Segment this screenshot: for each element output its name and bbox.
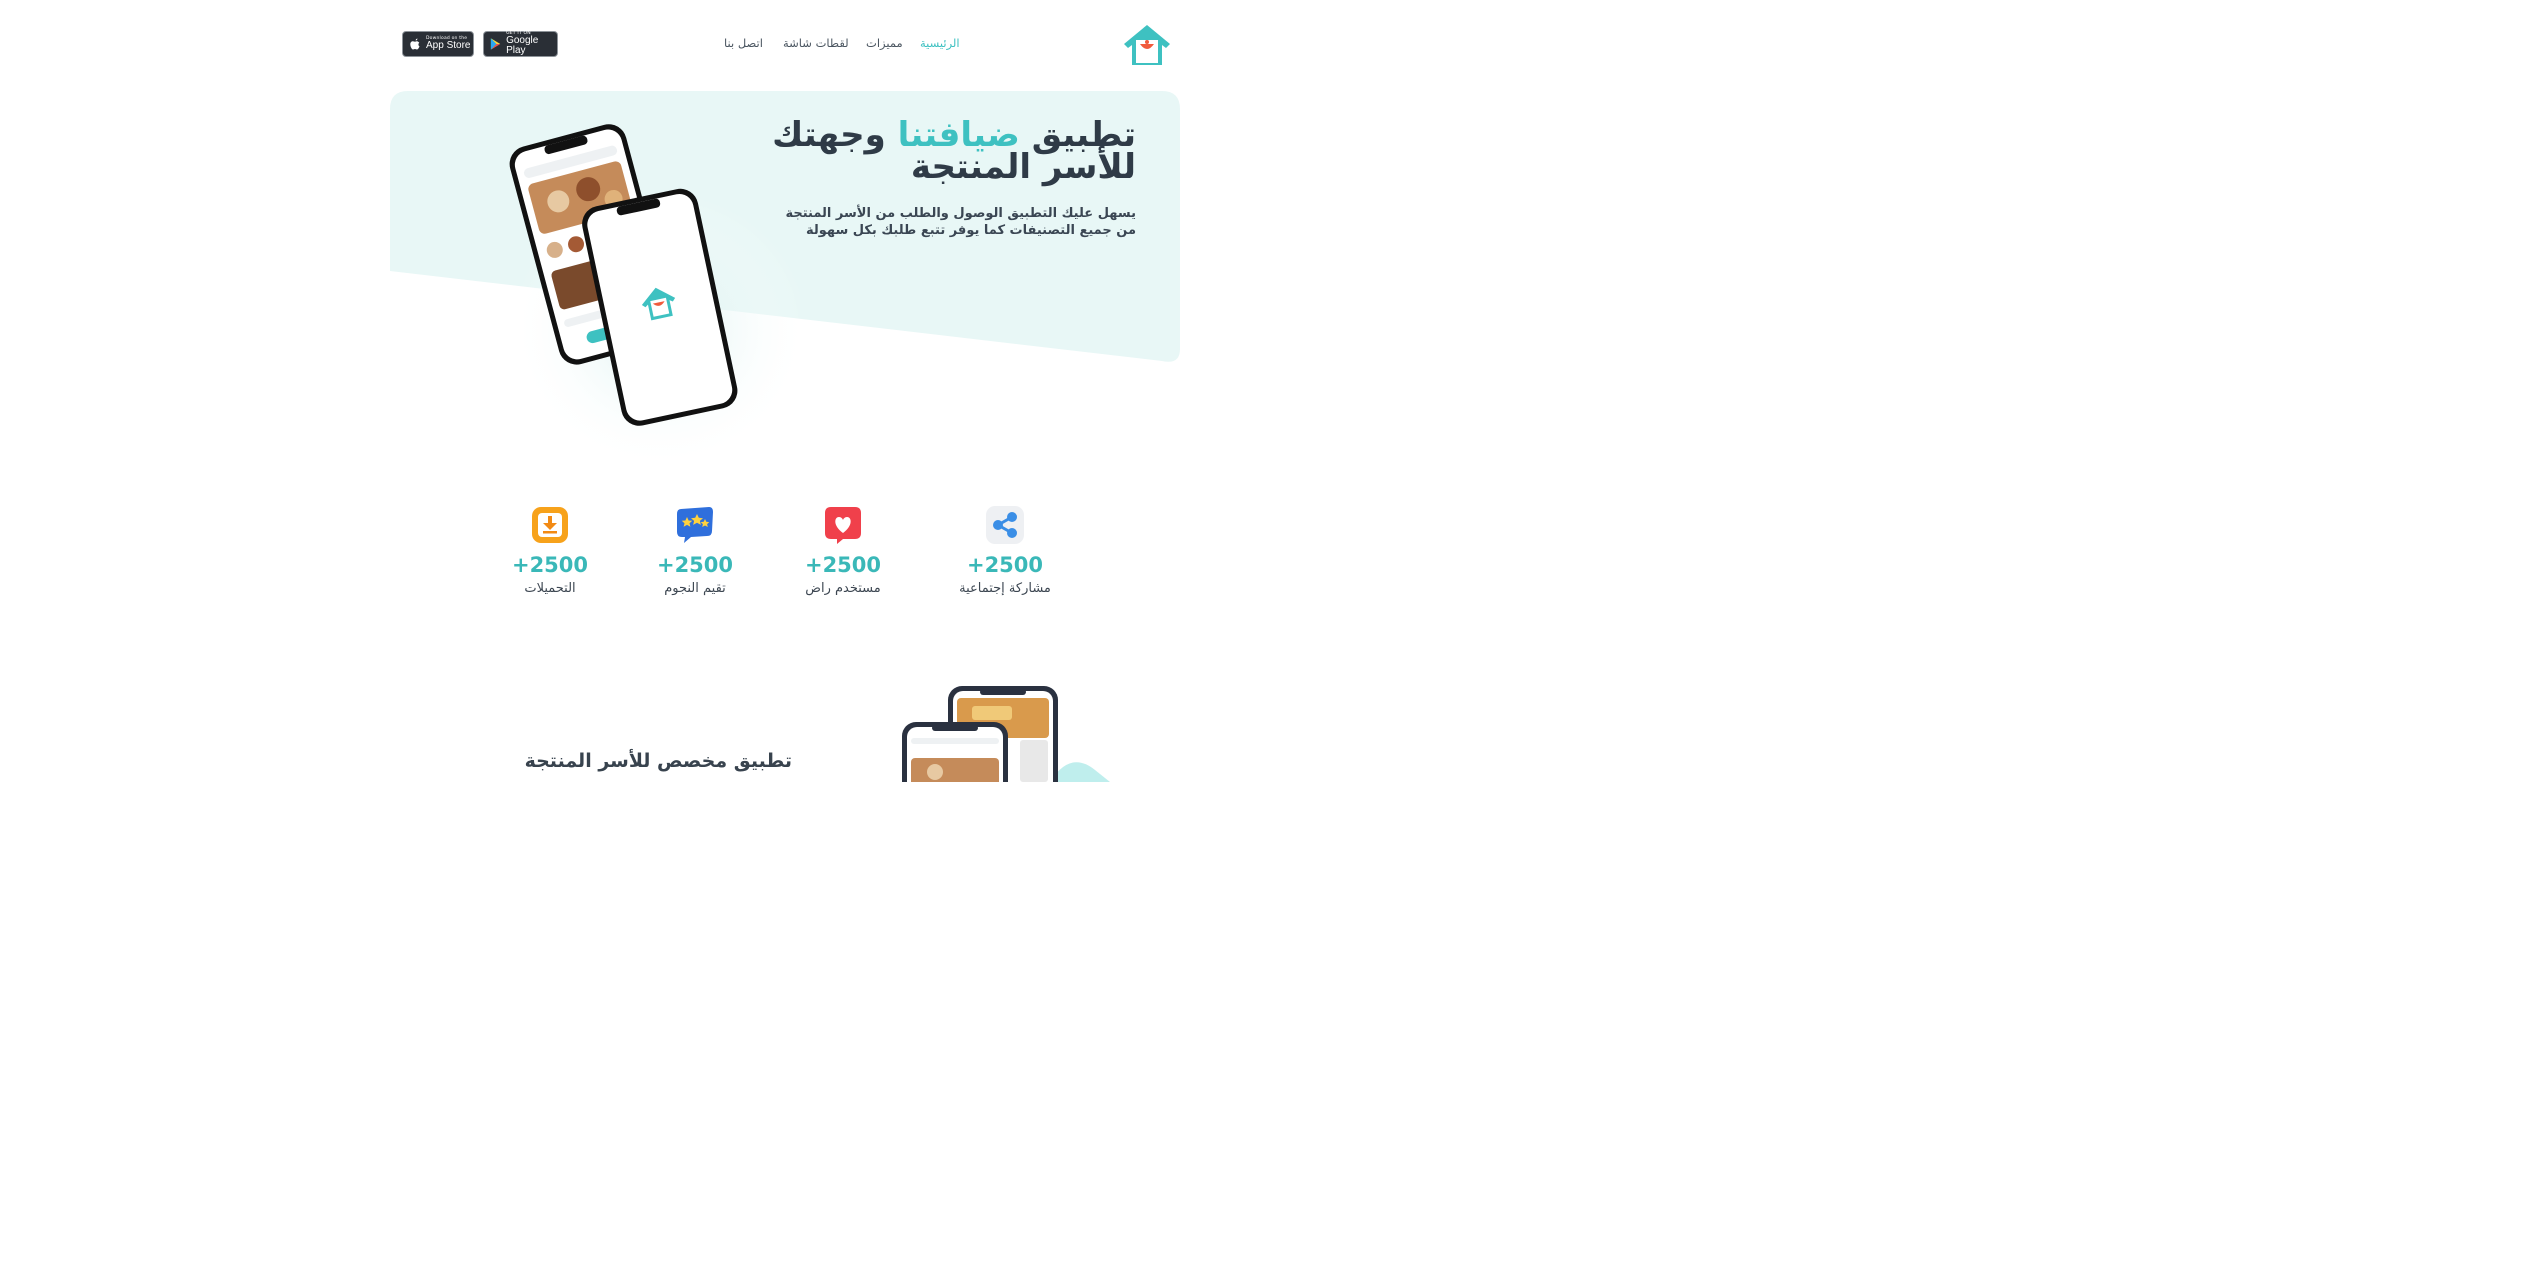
stat-label: التحميلات bbox=[524, 581, 576, 596]
stat-value: +2500 bbox=[966, 553, 1044, 577]
section2-phones-mockup bbox=[902, 686, 1110, 782]
nav-contact[interactable]: اتصل بنا bbox=[724, 36, 763, 50]
hero-subtitle-line2: من جميع التصنيفات كما يوفر تتبع طلبك بكل… bbox=[805, 223, 1136, 238]
nav-features[interactable]: مميزات bbox=[866, 36, 903, 50]
play-triangle-icon bbox=[490, 38, 501, 50]
nav-screenshots[interactable]: لقطات شاشة bbox=[783, 36, 849, 50]
app-store-big-text: App Store bbox=[426, 40, 471, 52]
google-play-button[interactable]: GET IT ON Google Play bbox=[483, 31, 558, 57]
google-play-big-text: Google Play bbox=[506, 35, 539, 57]
heart-chat-icon bbox=[825, 507, 861, 544]
stat-value: +2500 bbox=[656, 553, 734, 577]
stat-label: مستخدم راض bbox=[805, 581, 881, 596]
hero-title-line2: للأسر المنتجة bbox=[910, 147, 1136, 187]
hero-subtitle-line1: يسهل عليك التطبيق الوصول والطلب من الأسر… bbox=[785, 206, 1136, 221]
hero-phones-mockup bbox=[509, 124, 800, 470]
stat-label: مشاركة إجتماعية bbox=[959, 581, 1051, 596]
app-store-button[interactable]: Download on the App Store bbox=[402, 31, 474, 57]
stat-downloads: +2500 التحميلات bbox=[475, 505, 625, 596]
section2-title: تطبيق مخصص للأسر المنتجة bbox=[524, 750, 792, 772]
stars-chat-icon bbox=[677, 507, 713, 543]
stat-social-shares: +2500 مشاركة إجتماعية bbox=[930, 505, 1080, 596]
stat-value: +2500 bbox=[804, 553, 882, 577]
share-icon bbox=[986, 506, 1024, 544]
stat-satisfied-users: +2500 مستخدم راض bbox=[768, 505, 918, 596]
main-nav: الرئيسية مميزات لقطات شاشة اتصل بنا bbox=[720, 36, 965, 54]
nav-home[interactable]: الرئيسية bbox=[920, 36, 960, 50]
house-bowl-logo-icon bbox=[1124, 25, 1170, 65]
apple-icon bbox=[410, 38, 420, 50]
download-icon bbox=[532, 507, 568, 543]
section2-front-phone bbox=[902, 722, 1008, 782]
stat-star-ratings: +2500 تقيم النجوم bbox=[620, 505, 770, 596]
logo[interactable] bbox=[1121, 22, 1173, 68]
stat-label: تقيم النجوم bbox=[664, 581, 726, 596]
stat-value: +2500 bbox=[511, 553, 589, 577]
